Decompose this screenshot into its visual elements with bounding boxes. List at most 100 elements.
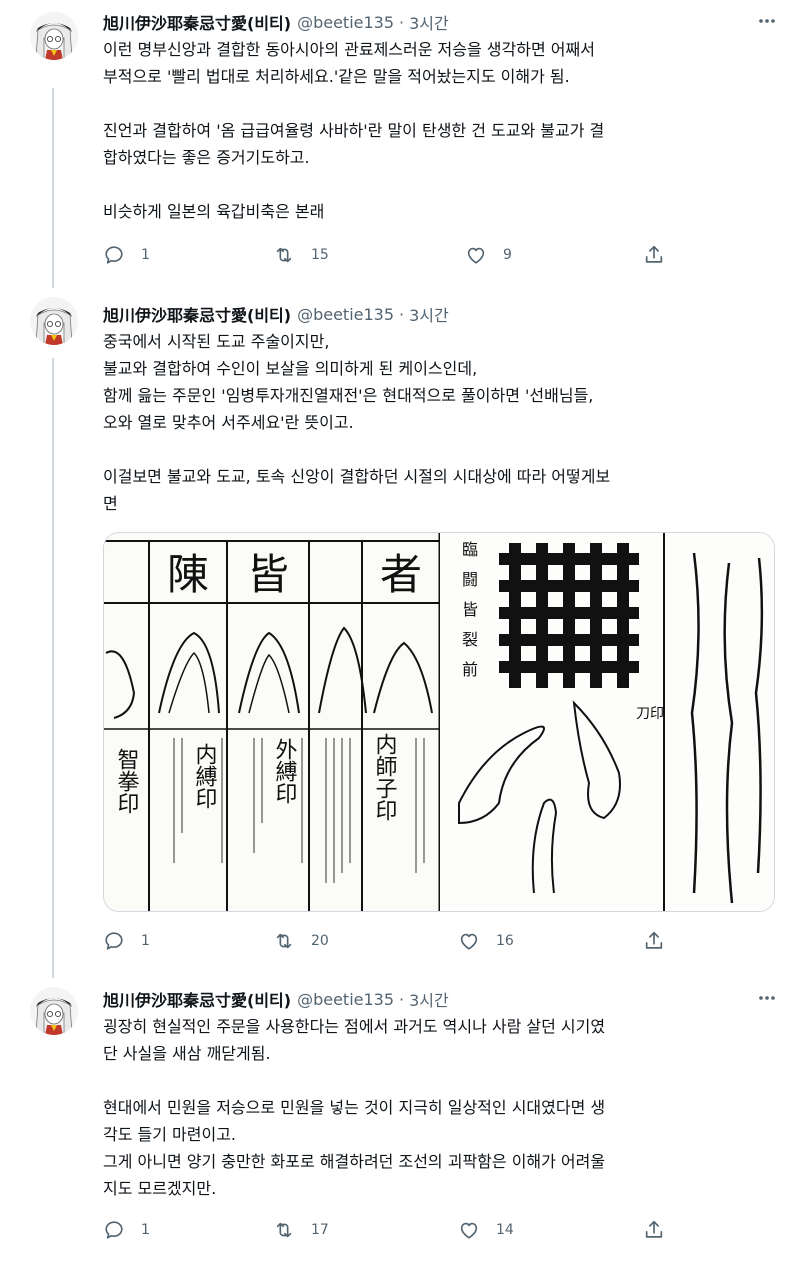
retweet-icon	[276, 247, 292, 263]
tweet-text: 이런 명부신앙과 결합한 동아시아의 관료제스러운 저승을 생각하면 어째서 부…	[103, 36, 780, 225]
avatar[interactable]	[30, 12, 78, 60]
like-count: 9	[503, 247, 512, 263]
retweet-icon	[276, 1222, 292, 1238]
reply-icon	[105, 1221, 123, 1239]
display-name[interactable]: 旭川伊沙耶秦忌寸愛(비티)	[103, 987, 291, 1011]
reply-icon	[105, 932, 123, 950]
action-bar: 1 20 16	[103, 930, 673, 954]
tweet-2[interactable]: 旭川伊沙耶秦忌寸愛(비티) @beetie135 · 3시간 중국에서 시작된 …	[0, 285, 802, 975]
tweet-text: 중국에서 시작된 도교 주술이지만, 불교와 결합하여 수인이 보살을 의미하게…	[103, 328, 780, 517]
mudra-illustration: 陳 皆 者 智拳印 内縛印 外縛印 内師子印 臨 闘 皆 裂 前 刀印	[104, 533, 774, 911]
reply-count: 1	[141, 247, 150, 263]
retweet-button[interactable]: 20	[273, 930, 329, 952]
text-line: 이걸보면 불교와 도교, 토속 신앙이 결합하던 시절의 시대상에 따라 어떻게…	[103, 467, 611, 486]
mudra-label: 内縛印	[192, 743, 218, 809]
text-line: 부적으로 '빨리 법대로 처리하세요.'같은 말을 적어놨는지도 이해가 됨.	[103, 67, 570, 86]
text-line: 단 사실을 새삼 깨닫게됨.	[103, 1044, 271, 1063]
timestamp[interactable]: 3시간	[409, 302, 449, 326]
mudra-label: 智拳印	[114, 748, 140, 814]
text-line: 이런 명부신앙과 결합한 동아시아의 관료제스러운 저승을 생각하면 어째서	[103, 40, 595, 59]
avatar[interactable]	[30, 987, 78, 1035]
action-bar: 1 15 9	[103, 244, 673, 268]
user-handle[interactable]: @beetie135	[297, 305, 394, 324]
text-line: 함께 읊는 주문인 '임병투자개진열재전'은 현대적으로 풀이하면 '선배님들,	[103, 386, 594, 405]
more-icon	[759, 19, 775, 23]
text-line: 각도 들기 마련이고.	[103, 1125, 237, 1144]
like-icon	[460, 1222, 478, 1239]
timestamp[interactable]: 3시간	[409, 10, 449, 34]
text-line: 중국에서 시작된 도교 주술이지만,	[103, 332, 330, 351]
like-button[interactable]: 14	[458, 1219, 514, 1241]
retweet-count: 17	[311, 1222, 329, 1238]
more-button[interactable]	[754, 10, 780, 32]
kuji-grid	[499, 543, 639, 688]
separator-dot: ·	[399, 12, 405, 32]
reply-button[interactable]: 1	[103, 1219, 150, 1241]
right-panel: 臨 闘 皆 裂 前 刀印	[440, 533, 774, 911]
tweet-3[interactable]: 旭川伊沙耶秦忌寸愛(비티) @beetie135 · 3시간 굉장히 현실적인 …	[0, 975, 802, 1270]
text-line: 비슷하게 일본의 육갑비축은 본래	[103, 202, 325, 221]
header-glyph: 者	[380, 550, 422, 599]
grid-label: 皆	[462, 600, 478, 619]
share-icon	[645, 245, 663, 263]
display-name[interactable]: 旭川伊沙耶秦忌寸愛(비티)	[103, 302, 291, 326]
retweet-count: 20	[311, 933, 329, 949]
share-icon	[645, 1220, 663, 1238]
grid-label: 臨	[462, 540, 478, 559]
grid-label: 裂	[462, 630, 478, 649]
more-icon	[759, 996, 775, 1000]
like-icon	[467, 247, 485, 264]
tweet-1[interactable]: 旭川伊沙耶秦忌寸愛(비티) @beetie135 · 3시간 이런 명부신앙과 …	[0, 0, 802, 285]
user-handle[interactable]: @beetie135	[297, 13, 394, 32]
mudra-label: 外縛印	[272, 738, 298, 804]
user-handle[interactable]: @beetie135	[297, 990, 394, 1009]
reply-count: 1	[141, 933, 150, 949]
text-line	[103, 436, 780, 463]
mudra-label: 内師子印	[372, 733, 397, 821]
text-line: 현대에서 민원을 저승으로 민원을 넣는 것이 지극히 일상적인 시대였다면 생	[103, 1098, 606, 1117]
text-line: 합하였다는 좋은 증거기도하고.	[103, 148, 310, 167]
reply-button[interactable]: 1	[103, 930, 150, 952]
header-glyph: 陳	[167, 550, 209, 599]
text-line: 그게 아니면 양기 충만한 화포로 해결하려던 조선의 괴팍함은 이해가 어려울	[103, 1152, 606, 1171]
like-count: 16	[496, 933, 514, 949]
text-line	[103, 171, 780, 198]
like-count: 14	[496, 1222, 514, 1238]
tweet-header: 旭川伊沙耶秦忌寸愛(비티) @beetie135 · 3시간	[103, 302, 780, 326]
share-button[interactable]	[643, 244, 665, 266]
share-button[interactable]	[643, 930, 665, 952]
text-line: 면	[103, 494, 118, 513]
grid-label: 前	[462, 660, 478, 679]
retweet-button[interactable]: 17	[273, 1219, 329, 1241]
timestamp[interactable]: 3시간	[409, 987, 449, 1011]
display-name[interactable]: 旭川伊沙耶秦忌寸愛(비티)	[103, 10, 291, 34]
text-line	[103, 1067, 780, 1094]
text-line: 지도 모르겠지만.	[103, 1179, 217, 1198]
tweet-header: 旭川伊沙耶秦忌寸愛(비티) @beetie135 · 3시간	[103, 987, 780, 1011]
right-caption: 刀印	[636, 706, 664, 722]
share-icon	[645, 931, 663, 949]
like-button[interactable]: 9	[465, 244, 512, 266]
retweet-icon	[276, 933, 292, 949]
grid-label: 闘	[462, 570, 478, 589]
reply-count: 1	[141, 1222, 150, 1238]
text-line: 오와 열로 맞추어 서주세요'란 뜻이고.	[103, 413, 354, 432]
tweet-image[interactable]: 陳 皆 者 智拳印 内縛印 外縛印 内師子印 臨 闘 皆 裂 前 刀印	[103, 532, 775, 912]
text-line: 굉장히 현실적인 주문을 사용한다는 점에서 과거도 역시나 사람 살던 시기였	[103, 1017, 606, 1036]
text-line	[103, 90, 780, 117]
avatar[interactable]	[30, 297, 78, 345]
like-button[interactable]: 16	[458, 930, 514, 952]
separator-dot: ·	[399, 304, 405, 324]
more-button[interactable]	[754, 987, 780, 1009]
action-bar: 1 17 14	[103, 1219, 673, 1243]
reply-button[interactable]: 1	[103, 244, 150, 266]
share-button[interactable]	[643, 1219, 665, 1241]
character-avatar-icon	[30, 987, 78, 1035]
retweet-button[interactable]: 15	[273, 244, 329, 266]
tweet-header: 旭川伊沙耶秦忌寸愛(비티) @beetie135 · 3시간	[103, 10, 780, 34]
character-avatar-icon	[30, 12, 78, 60]
header-glyph: 皆	[247, 550, 289, 599]
tweet-text: 굉장히 현실적인 주문을 사용한다는 점에서 과거도 역시나 사람 살던 시기였…	[103, 1013, 780, 1202]
reply-icon	[105, 246, 123, 264]
separator-dot: ·	[399, 989, 405, 1009]
